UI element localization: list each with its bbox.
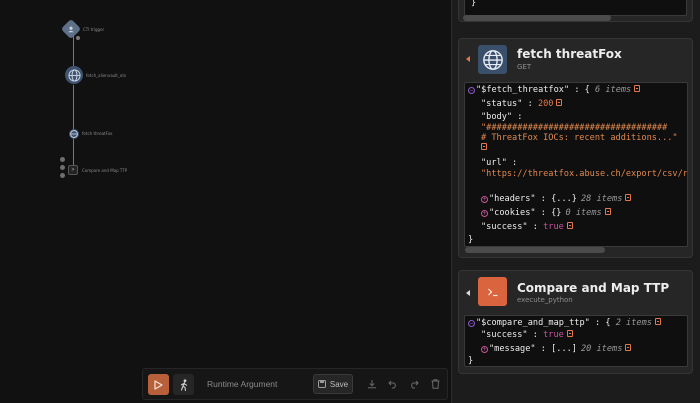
node-threatfox-globe-icon[interactable] [69, 129, 79, 139]
json-body-value-line: # ThreatFox IOCs: recent additions..." [481, 133, 678, 143]
collapse-toggle-icon[interactable]: − [468, 87, 475, 94]
json-body-key-line: "body" : [481, 112, 523, 122]
horizontal-scrollbar[interactable] [465, 247, 605, 253]
json-close-brace: } [471, 0, 477, 8]
node-compare-terminal-icon[interactable]: > [68, 165, 78, 175]
copy-icon[interactable] [604, 208, 611, 215]
node-label-compare: Compare and Map TTP [82, 168, 128, 173]
node-alienvault-globe-icon[interactable] [65, 66, 83, 84]
previous-json-box: } [464, 0, 687, 16]
copy-icon[interactable] [566, 330, 573, 337]
expand-toggle-icon[interactable]: + [481, 196, 488, 203]
download-icon[interactable] [366, 378, 378, 390]
walking-person-icon [180, 378, 187, 391]
globe-icon [478, 45, 507, 74]
copy-icon[interactable] [625, 344, 632, 351]
save-button[interactable]: Save [313, 374, 353, 394]
json-root-line: − "$fetch_threatfox" : { 6 items [468, 85, 641, 96]
json-body-copy-line [478, 143, 487, 154]
json-cookies-line: + "cookies" : {} 0 items [481, 208, 611, 219]
copy-icon[interactable] [634, 85, 641, 92]
json-success-line: "success" : true [481, 330, 573, 341]
save-icon [317, 380, 326, 388]
undo-icon[interactable] [387, 378, 399, 390]
expand-toggle-icon[interactable]: + [481, 210, 488, 217]
json-viewer-compare-map-ttp[interactable]: − "$compare_and_map_ttp" : { 2 items "suc… [464, 315, 688, 367]
json-close-brace: } [468, 356, 474, 366]
node-port-dot[interactable] [76, 36, 80, 40]
horizontal-scrollbar[interactable] [463, 15, 611, 21]
json-viewer-fetch-threatfox[interactable]: − "$fetch_threatfox" : { 6 items "status"… [464, 82, 688, 247]
collapse-toggle-icon[interactable]: − [468, 320, 475, 327]
runtime-argument-label[interactable]: Runtime Argument [207, 379, 277, 389]
node-label-trigger: CTI trigger [83, 27, 105, 32]
workflow-edge [73, 139, 74, 166]
workflow-canvas[interactable]: CTI trigger fetch_alienvault_otx fetch t… [0, 0, 451, 403]
node-port-dot[interactable] [60, 157, 65, 162]
redo-icon[interactable] [408, 378, 420, 390]
save-label: Save [329, 379, 349, 389]
copy-icon[interactable] [481, 143, 487, 150]
canvas-toolbar: Runtime Argument Save [142, 368, 448, 400]
copy-icon[interactable] [625, 194, 632, 201]
terminal-icon [478, 277, 507, 306]
json-status-line: "status" : 200 [481, 99, 563, 110]
step-run-button[interactable] [173, 374, 194, 395]
node-label-threatfox: fetch threatFox [82, 131, 113, 136]
copy-icon[interactable] [556, 99, 563, 106]
play-icon [154, 379, 163, 390]
expand-toggle-icon[interactable]: + [481, 346, 488, 353]
node-title-fetch-threatfox: fetch threatFox [517, 47, 622, 61]
workflow-edge [73, 36, 74, 66]
copy-icon[interactable] [654, 318, 661, 325]
trash-icon[interactable] [429, 378, 441, 390]
collapse-caret-icon[interactable] [466, 290, 470, 296]
run-button[interactable] [148, 374, 169, 395]
node-method: GET [517, 63, 532, 71]
node-label-alienvault: fetch_alienvault_otx [86, 73, 127, 78]
json-url-key-line: "url" : [481, 158, 518, 168]
json-headers-line: + "headers" : {...} 28 items [481, 194, 632, 205]
json-message-line: + "message" : [...] 20 items [481, 344, 632, 355]
node-port-dot[interactable] [60, 165, 65, 170]
node-port-dot[interactable] [60, 173, 65, 178]
node-action: execute_python [517, 296, 573, 304]
json-success-line: "success" : true [481, 222, 573, 233]
workflow-edge [73, 85, 74, 130]
collapse-caret-icon[interactable] [466, 56, 470, 62]
json-url-value-line: "https://threatfox.abuse.ch/export/csv/r… [481, 169, 688, 179]
node-title-compare-map-ttp: Compare and Map TTP [517, 281, 670, 295]
copy-icon[interactable] [566, 222, 573, 229]
json-close-brace: } [468, 235, 474, 245]
json-root-line: − "$compare_and_map_ttp" : { 2 items [468, 318, 661, 329]
